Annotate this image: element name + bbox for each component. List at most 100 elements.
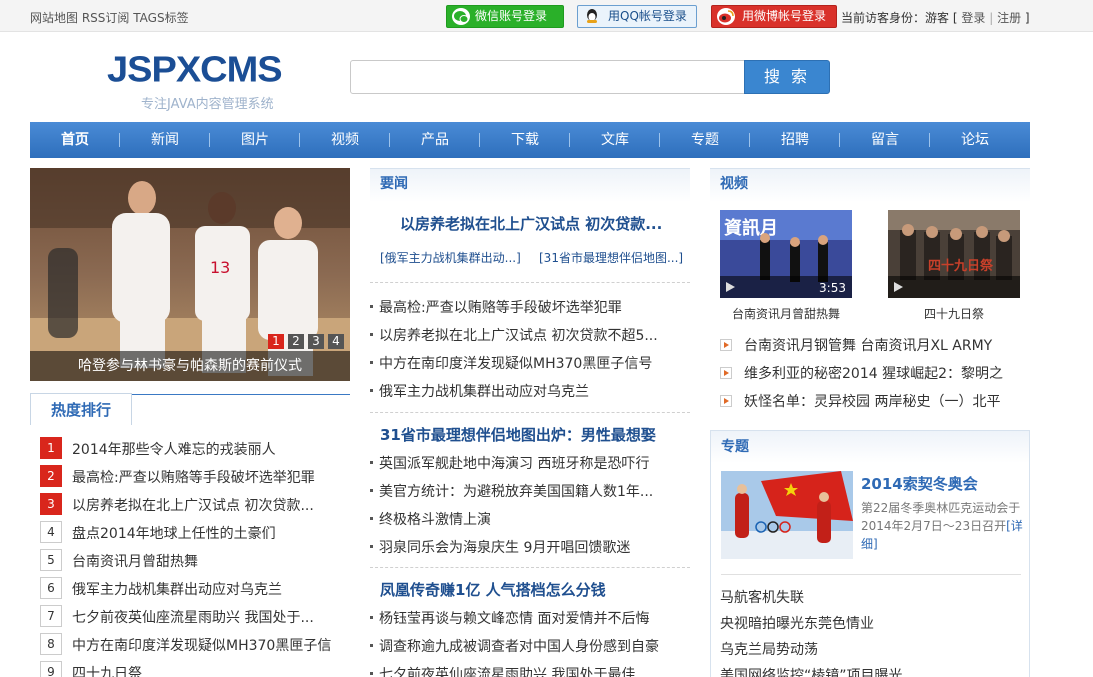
search-input[interactable] <box>350 60 745 94</box>
topic-link[interactable]: 乌克兰局势动荡 <box>720 639 818 659</box>
play-icon <box>894 282 903 292</box>
wechat-login-label: 微信账号登录 <box>475 9 548 23</box>
hero-image: 13 <box>30 168 350 381</box>
news-item[interactable]: 俄军主力战机集群出动应对乌克兰 <box>370 381 589 401</box>
rank-title: 2014年那些令人难忘的戎装丽人 <box>72 442 276 458</box>
video-link-text: 维多利亚的秘密2014 猩球崛起2：黎明之 <box>744 366 1003 382</box>
nav-item-news[interactable]: 新闻 <box>120 122 210 158</box>
nav-label: 文库 <box>601 132 629 148</box>
video-overlay <box>888 276 1020 298</box>
video-caption[interactable]: 台南资讯月曾甜热舞 <box>720 305 852 322</box>
rank-number: 4 <box>40 521 62 543</box>
qq-login-button[interactable]: 用QQ帐号登录 <box>577 5 697 28</box>
divider: | <box>989 11 994 25</box>
news-title: 中方在南印度洋发现疑似MH370黑匣子信号 <box>379 356 653 372</box>
ranking-item[interactable]: 4 盘点2014年地球上任性的土豪们 <box>40 521 350 543</box>
topic-description: 第22届冬季奥林匹克运动会于2014年2月7日～23日召开[详细] <box>861 499 1023 553</box>
news-item[interactable]: 以房养老拟在北上广汉试点 初次贷款不超5... <box>370 325 658 345</box>
news-section-heading: 要闻 <box>370 168 690 202</box>
video-link-text: 妖怪名单：灵异校园 两岸秘史（一）北平 <box>744 394 1001 410</box>
video-link-row[interactable]: 妖怪名单：灵异校园 两岸秘史（一）北平 <box>720 391 1000 411</box>
topic-link[interactable]: 马航客机失联 <box>720 587 804 607</box>
tags-link[interactable]: TAGS标签 <box>133 11 188 25</box>
nav-item-jobs[interactable]: 招聘 <box>750 122 840 158</box>
site-tagline: 专注JAVA内容管理系统 <box>141 97 274 112</box>
nav-item-home[interactable]: 首页 <box>30 122 120 158</box>
video-caption[interactable]: 四十九日祭 <box>888 305 1020 322</box>
weibo-login-button[interactable]: 用微博帐号登录 <box>711 5 837 28</box>
news-group-headline[interactable]: 31省市最理想伴侣地图出炉：男性最想娶 <box>380 424 656 445</box>
slide-page-4[interactable]: 4 <box>328 334 344 349</box>
ranking-item[interactable]: 7 七夕前夜英仙座流星雨助兴 我国处于... <box>40 605 350 627</box>
hero-caption[interactable]: 哈登参与林书豪与帕森斯的赛前仪式 <box>30 351 350 381</box>
nav-item-messages[interactable]: 留言 <box>840 122 930 158</box>
news-item[interactable]: 终极格斗激情上演 <box>370 509 491 529</box>
login-link[interactable]: 登录 <box>961 11 985 25</box>
news-item[interactable]: 最高检:严查以贿赂等手段破坏选举犯罪 <box>370 297 622 317</box>
bullet-icon <box>370 644 373 647</box>
slide-page-3[interactable]: 3 <box>308 334 324 349</box>
bullet-icon <box>370 517 373 520</box>
ranking-item[interactable]: 8 中方在南印度洋发现疑似MH370黑匣子信 <box>40 633 350 655</box>
nav-item-downloads[interactable]: 下载 <box>480 122 570 158</box>
news-item[interactable]: 调查称逾九成被调查者对中国人身份感到自豪 <box>370 636 659 656</box>
hero-slideshow[interactable]: 13 1 2 3 4 哈登参与林书豪与帕森斯的赛前仪式 <box>30 168 350 381</box>
news-title: 羽泉同乐会为海泉庆生 9月开唱回馈歌迷 <box>379 540 631 556</box>
news-item[interactable]: 英国派军舰赴地中海演习 西班牙称是恐吓行 <box>370 453 649 473</box>
top-bar: 网站地图 RSS订阅 TAGS标签 微信账号登录 用QQ帐号登录 用微博帐号登录… <box>0 0 1093 32</box>
rss-link[interactable]: RSS订阅 <box>82 11 130 25</box>
rank-number: 5 <box>40 549 62 571</box>
video-section-heading: 视频 <box>710 168 1030 202</box>
video-thumbnail[interactable]: 資訊月 3:53 <box>720 210 852 298</box>
sitemap-link[interactable]: 网站地图 <box>30 11 78 25</box>
topic-link[interactable]: 美国网络监控“棱镜”项目曝光 <box>720 665 903 677</box>
register-link[interactable]: 注册 <box>997 11 1021 25</box>
nav-item-images[interactable]: 图片 <box>210 122 300 158</box>
bullet-icon <box>370 305 373 308</box>
news-item[interactable]: 中方在南印度洋发现疑似MH370黑匣子信号 <box>370 353 652 373</box>
tab-hot-ranking[interactable]: 热度排行 <box>30 393 132 425</box>
ranking-item[interactable]: 2 最高检:严查以贿赂等手段破坏选举犯罪 <box>40 465 350 487</box>
news-title: 最高检:严查以贿赂等手段破坏选举犯罪 <box>379 300 622 316</box>
rank-title: 俄军主力战机集群出动应对乌克兰 <box>72 582 282 598</box>
divider <box>370 282 690 283</box>
slide-page-1[interactable]: 1 <box>268 334 284 349</box>
news-item[interactable]: 羽泉同乐会为海泉庆生 9月开唱回馈歌迷 <box>370 537 630 557</box>
olympics-photo <box>721 471 853 559</box>
poster-title: 四十九日祭 <box>928 258 994 274</box>
sub-headline-link[interactable]: [俄军主力战机集群出动...] <box>380 249 521 266</box>
nav-item-video[interactable]: 视频 <box>300 122 390 158</box>
ranking-item[interactable]: 1 2014年那些令人难忘的戎装丽人 <box>40 437 350 459</box>
video-thumbnail[interactable]: 四十九日祭 <box>888 210 1020 298</box>
video-link-row[interactable]: 台南资讯月钢管舞 台南资讯月XL ARMY <box>720 335 992 355</box>
site-logo[interactable]: JSPXCMS <box>107 50 283 91</box>
nav-label: 产品 <box>421 132 449 148</box>
visitor-label: 当前访客身份：游客 <box>841 11 950 25</box>
topic-link[interactable]: 央视暗拍曝光东莞色情业 <box>720 613 874 633</box>
search-button[interactable]: 搜 索 <box>744 60 830 94</box>
news-item[interactable]: 杨钰莹再谈与赖文峰恋情 面对爱情并不后悔 <box>370 608 649 628</box>
headline-link[interactable]: 以房养老拟在北上广汉试点 初次贷款... <box>400 213 662 234</box>
topic-image[interactable] <box>721 471 853 559</box>
ranking-item[interactable]: 5 台南资讯月曾甜热舞 <box>40 549 350 571</box>
video-link-row[interactable]: 维多利亚的秘密2014 猩球崛起2：黎明之 <box>720 363 1003 383</box>
nav-item-topics[interactable]: 专题 <box>660 122 750 158</box>
nav-item-library[interactable]: 文库 <box>570 122 660 158</box>
news-item[interactable]: 美官方统计：为避税放弃美国国籍人数1年... <box>370 481 653 501</box>
news-item[interactable]: 七夕前夜英仙座流星雨助兴 我国处于最佳... <box>370 664 649 677</box>
ranking-item[interactable]: 6 俄军主力战机集群出动应对乌克兰 <box>40 577 350 599</box>
visitor-status: 当前访客身份：游客 [ 登录 | 注册 ] <box>841 9 1030 26</box>
sub-headline-link[interactable]: [31省市最理想伴侣地图...] <box>539 249 683 266</box>
ranking-item[interactable]: 9 四十九日祭 <box>40 661 350 677</box>
play-icon <box>726 282 735 292</box>
slide-page-2[interactable]: 2 <box>288 334 304 349</box>
rank-title: 台南资讯月曾甜热舞 <box>72 554 198 570</box>
ranking-item[interactable]: 3 以房养老拟在北上广汉试点 初次贷款... <box>40 493 350 515</box>
nav-item-forum[interactable]: 论坛 <box>930 122 1020 158</box>
topic-title[interactable]: 2014索契冬奥会 <box>861 473 978 494</box>
nav-item-products[interactable]: 产品 <box>390 122 480 158</box>
video-duration: 3:53 <box>819 281 846 295</box>
wechat-login-button[interactable]: 微信账号登录 <box>446 5 564 28</box>
topic-section-heading: 专题 <box>711 431 1029 463</box>
news-group-headline[interactable]: 凤凰传奇赚1亿 人气搭档怎么分钱 <box>380 579 606 600</box>
